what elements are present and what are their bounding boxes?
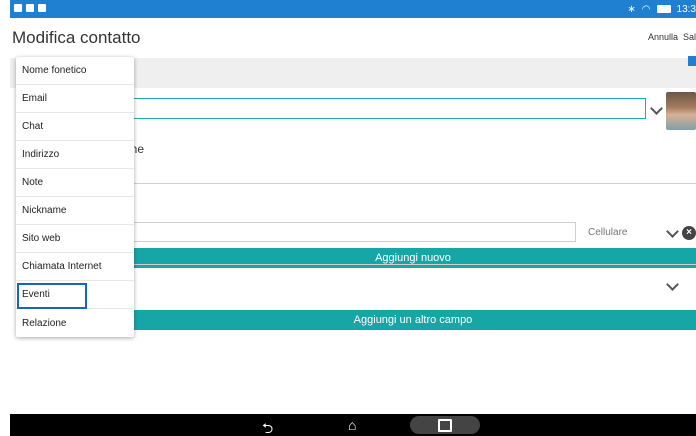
divider [120,264,696,265]
phone-type-label: Cellulare [588,227,628,238]
field-type-menu: Nome fonetico Email Chat Indirizzo Note … [16,57,134,337]
back-icon[interactable]: ⮌ [262,418,273,436]
divider [120,183,696,184]
battery-icon [656,5,671,13]
add-new-button[interactable]: Aggiungi nuovo [120,248,696,268]
name-field[interactable] [120,98,646,119]
chevron-down-icon[interactable] [650,102,663,115]
image-icon [26,4,34,12]
app-window: ∗ ◠ 13:3 Modifica contatto Annulla Salv … [10,0,696,436]
home-icon[interactable]: ⌂ [348,417,356,433]
status-time: 13:3 [676,3,696,15]
menu-item-eventi[interactable]: Eventi [16,281,134,309]
menu-item-nickname[interactable]: Nickname [16,197,134,225]
status-right: ∗ ◠ 13:3 [627,2,696,16]
cancel-button[interactable]: Annulla [648,32,678,42]
phone-field[interactable] [120,222,576,242]
chevron-down-icon[interactable] [666,225,679,238]
menu-item-email[interactable]: Email [16,85,134,113]
menu-item-note[interactable]: Note [16,169,134,197]
page-title: Modifica contatto [12,28,141,47]
menu-item-sito-web[interactable]: Sito web [16,225,134,253]
bluetooth-icon: ∗ [627,3,636,15]
chevron-down-icon[interactable] [666,278,679,291]
notification-icon [14,4,22,12]
bag-icon [38,4,46,12]
menu-item-relazione[interactable]: Relazione [16,309,134,337]
menu-item-chiamata-internet[interactable]: Chiamata Internet [16,253,134,281]
wifi-icon: ◠ [641,3,651,15]
menu-item-chat[interactable]: Chat [16,113,134,141]
add-field-button[interactable]: Aggiungi un altro campo [120,310,696,330]
avatar[interactable] [666,92,696,130]
app-bar: Modifica contatto Annulla Salv [10,18,696,58]
recent-apps-button[interactable] [410,416,480,434]
close-icon[interactable]: × [682,226,696,240]
recent-apps-icon [438,418,452,432]
menu-item-nome-fonetico[interactable]: Nome fonetico [16,57,134,85]
menu-item-indirizzo[interactable]: Indirizzo [16,141,134,169]
status-bar: ∗ ◠ 13:3 [10,0,696,18]
save-button[interactable]: Salv [683,32,696,42]
nav-bar: ⮌ ⌂ [10,414,696,436]
account-tag-icon [688,56,696,66]
